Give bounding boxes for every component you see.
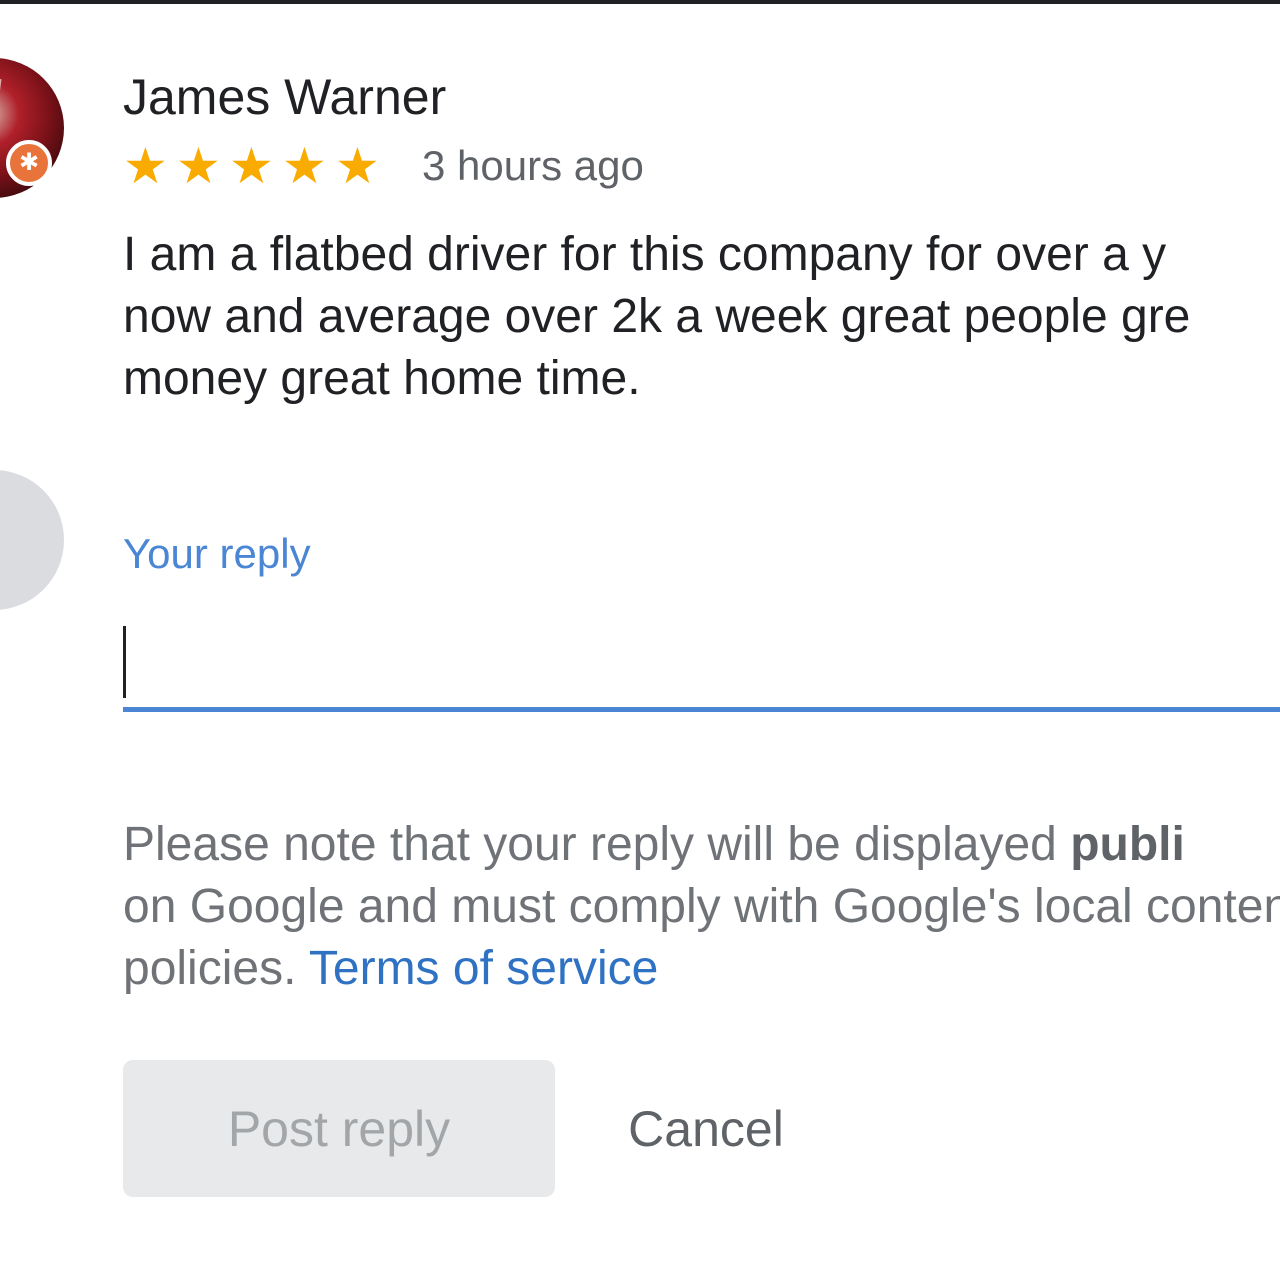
review-reply-page: ✱ James Warner ★ ★ ★ ★ ★ 3 hours ago I a… [0,0,1280,1280]
avatar-photo-detail [0,77,2,189]
review-timestamp: 3 hours ago [422,142,644,189]
notice-text-end: on Google and must comply with Google's … [123,880,1280,995]
review-text: I am a flatbed driver for this company f… [123,228,1191,405]
star-icon: ★ [123,137,168,195]
reply-input[interactable] [123,612,1280,712]
top-divider [0,0,1280,4]
owner-avatar [0,470,64,610]
post-reply-button[interactable]: Post reply [123,1060,555,1197]
star-icon: ★ [282,137,327,195]
terms-of-service-link[interactable]: Terms of service [309,942,658,995]
rating-row: ★ ★ ★ ★ ★ 3 hours ago [123,138,644,194]
notice-bold-text: publi [1070,818,1185,871]
badge-glyph: ✱ [18,149,40,176]
text-cursor [123,626,126,698]
local-guide-badge-icon: ✱ [6,140,52,186]
star-icon: ★ [176,137,221,195]
policy-notice: Please note that your reply will be disp… [123,814,1280,1000]
cancel-button[interactable]: Cancel [588,1060,824,1197]
star-rating: ★ ★ ★ ★ ★ [123,141,388,191]
reply-field-label: Your reply [123,530,311,577]
star-icon: ★ [229,137,274,195]
notice-text-start: Please note that your reply will be disp… [123,818,1071,871]
star-icon: ★ [335,137,380,195]
reviewer-name[interactable]: James Warner [123,68,446,126]
